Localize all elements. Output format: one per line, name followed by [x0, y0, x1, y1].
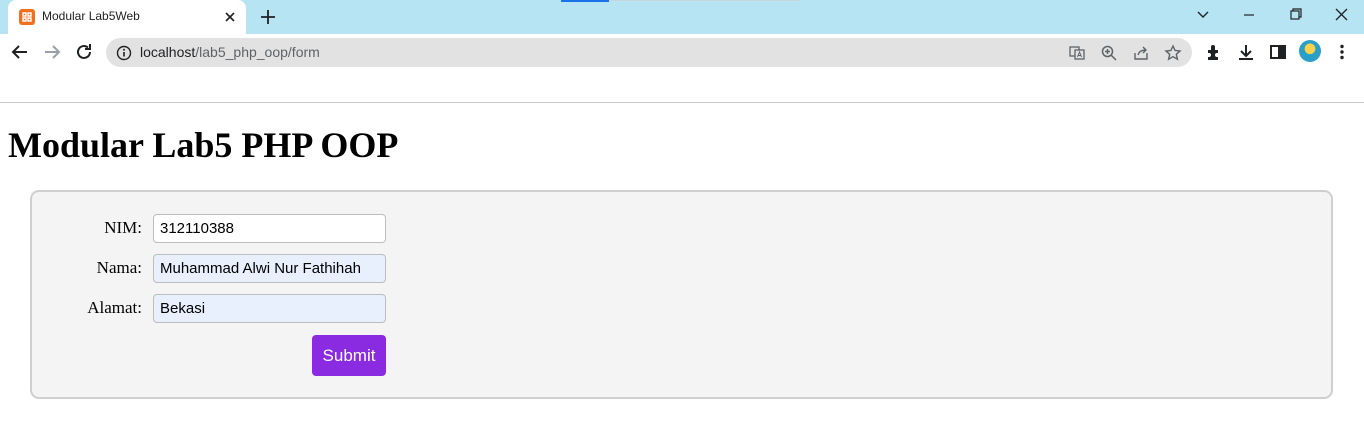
site-info-icon[interactable]: [116, 45, 132, 61]
download-icon[interactable]: [1236, 42, 1256, 62]
url-host: localhost: [140, 44, 196, 60]
address-bar[interactable]: localhost/lab5_php_oop/form: [106, 38, 1192, 67]
extensions-icon[interactable]: [1204, 42, 1224, 62]
page-title: Modular Lab5 PHP OOP: [8, 125, 399, 165]
alamat-input[interactable]: [153, 294, 386, 323]
profile-avatar[interactable]: [1299, 40, 1321, 62]
nama-label: Nama:: [96, 258, 142, 277]
nim-input[interactable]: [153, 214, 386, 243]
forward-icon[interactable]: [40, 40, 64, 64]
browser-tab[interactable]: Modular Lab5Web: [8, 0, 246, 34]
alamat-label: Alamat:: [87, 298, 142, 317]
tab-search-chevron-icon[interactable]: [1190, 4, 1216, 26]
minimize-icon[interactable]: [1236, 4, 1262, 26]
url-path: /lab5_php_oop/form: [195, 44, 320, 60]
zoom-icon[interactable]: [1100, 44, 1118, 62]
bookmark-star-icon[interactable]: [1164, 44, 1182, 62]
tab-strip: Modular Lab5Web: [0, 0, 1364, 34]
nim-label: NIM:: [104, 218, 142, 237]
back-icon[interactable]: [8, 40, 32, 64]
browser-toolbar: localhost/lab5_php_oop/form: [0, 34, 1364, 70]
toolbar-divider: [0, 102, 1364, 103]
tab-title: Modular Lab5Web: [42, 9, 140, 23]
close-window-icon[interactable]: [1328, 4, 1354, 26]
side-panel-icon[interactable]: [1268, 42, 1288, 62]
tab-strip-edge: [609, 0, 801, 1]
xampp-favicon-icon: [19, 9, 35, 25]
restore-icon[interactable]: [1282, 4, 1308, 26]
translate-icon[interactable]: [1068, 44, 1086, 62]
menu-kebab-icon[interactable]: [1332, 42, 1352, 62]
tab-search-indicator: [561, 0, 609, 2]
new-tab-icon[interactable]: [257, 6, 279, 28]
submit-button[interactable]: Submit: [312, 335, 386, 376]
url-text: localhost/lab5_php_oop/form: [140, 44, 320, 60]
close-tab-icon[interactable]: [220, 7, 240, 27]
reload-icon[interactable]: [72, 40, 96, 64]
share-icon[interactable]: [1132, 44, 1150, 62]
nama-input[interactable]: [153, 254, 386, 283]
student-form: NIM: Nama: Alamat: Submit: [30, 190, 1333, 399]
